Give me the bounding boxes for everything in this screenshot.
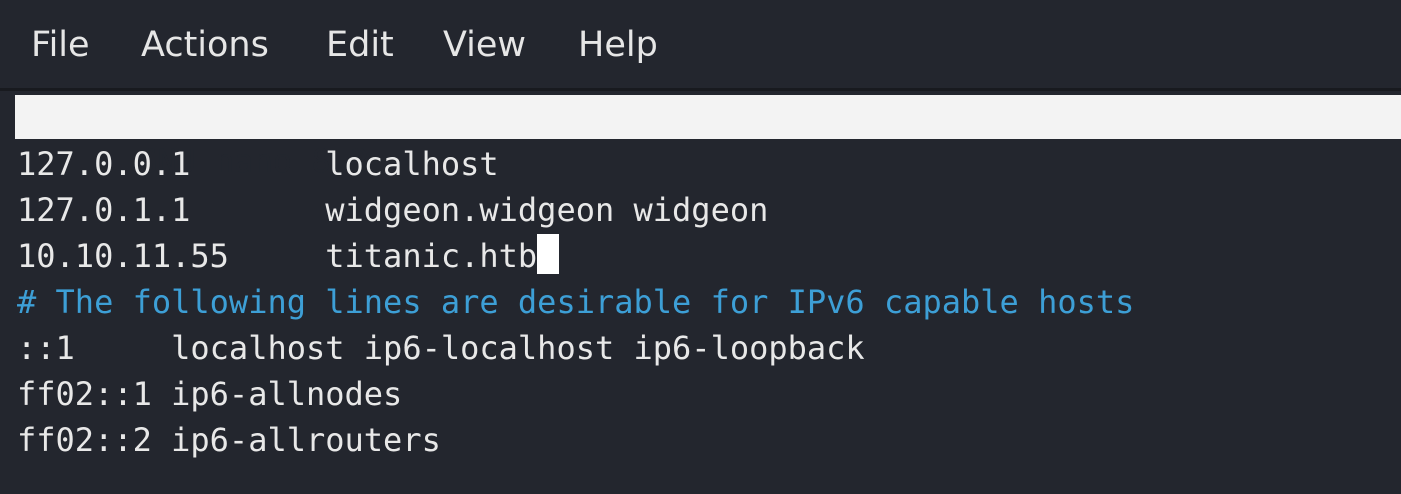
file-line-comment: # The following lines are desirable for … xyxy=(17,283,1135,321)
menu-file[interactable]: File xyxy=(31,22,90,68)
file-line: ::1 localhost ip6-localhost ip6-loopback xyxy=(17,329,865,367)
menu-bar: File Actions Edit View Help xyxy=(0,0,1401,88)
text-cursor xyxy=(537,234,560,274)
file-line-current[interactable]: 10.10.11.55 titanic.htb xyxy=(17,233,560,279)
menu-actions[interactable]: Actions xyxy=(141,22,269,68)
menu-help[interactable]: Help xyxy=(578,22,658,68)
file-line: 127.0.1.1 widgeon.widgeon widgeon xyxy=(17,191,769,229)
menu-view[interactable]: View xyxy=(443,22,526,68)
nano-title-bar: GNU nano 8.2 xyxy=(15,95,1401,180)
file-line-text: 10.10.11.55 titanic.htb xyxy=(17,237,538,275)
file-line: ff02::2 ip6-allrouters xyxy=(17,421,441,459)
terminal-area[interactable]: GNU nano 8.2 127.0.0.1 localhost 127.0.1… xyxy=(0,91,1401,494)
menu-edit[interactable]: Edit xyxy=(326,22,394,68)
file-line: 127.0.0.1 localhost xyxy=(17,145,499,183)
file-line: ff02::1 ip6-allnodes xyxy=(17,375,403,413)
